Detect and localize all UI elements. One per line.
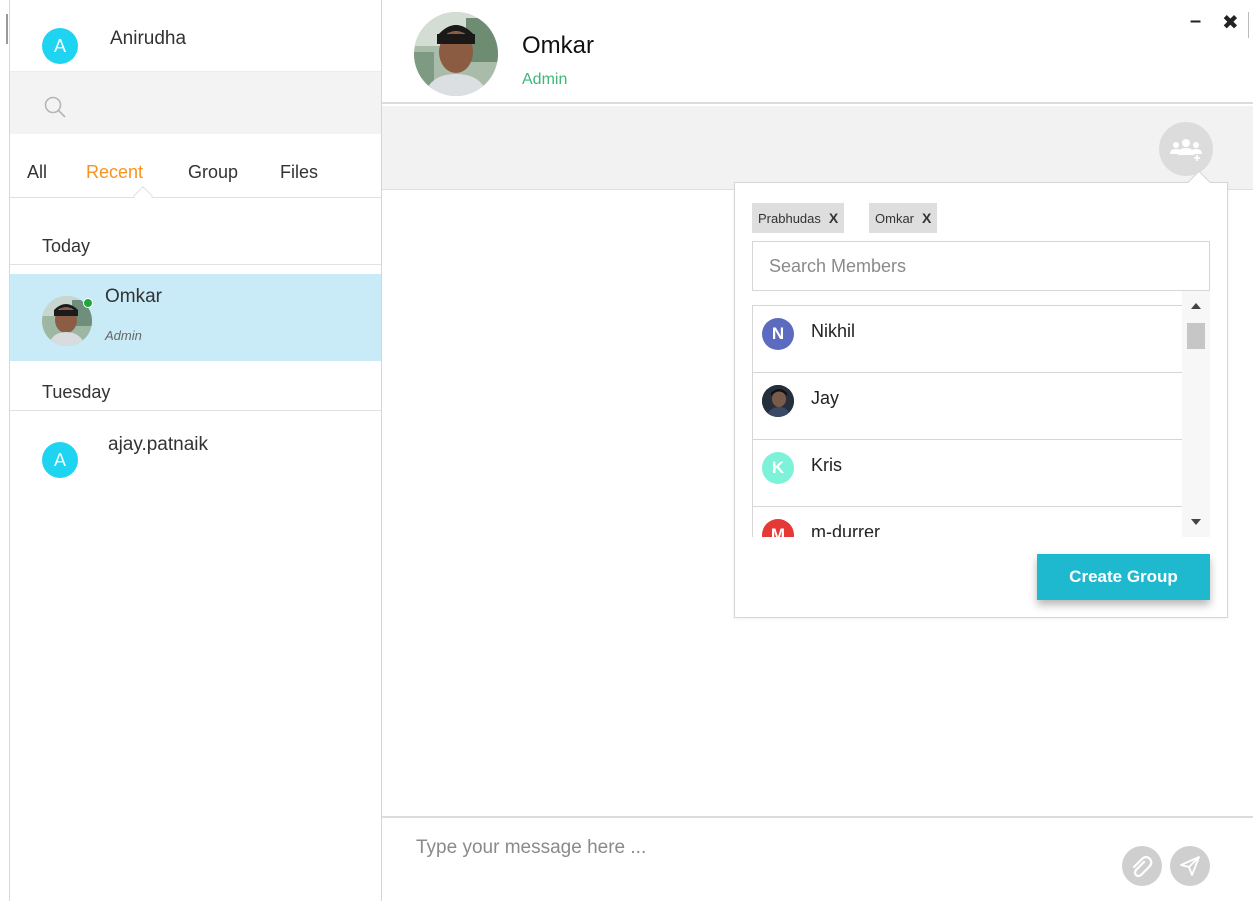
message-composer <box>382 816 1253 901</box>
user-avatar[interactable]: A <box>42 28 78 64</box>
remove-chip-button[interactable]: X <box>922 210 931 226</box>
active-tab-indicator <box>133 186 153 206</box>
ajay-avatar: A <box>42 442 78 478</box>
chat-subtitle: Admin <box>105 328 142 343</box>
chat-item-ajay-patnaik[interactable]: A ajay.patnaik <box>10 414 382 494</box>
member-item-m-durrer[interactable]: M m-durrer <box>753 507 1182 537</box>
attach-button[interactable] <box>1122 846 1162 886</box>
member-list-scrollbar[interactable] <box>1182 291 1210 537</box>
conversation-header: Omkar Admin – ✖ <box>382 0 1253 104</box>
member-item-jay[interactable]: Jay <box>753 373 1182 440</box>
chat-filter-tabs: All Recent Group Files <box>10 134 382 206</box>
member-avatar: K <box>762 452 794 484</box>
contact-avatar[interactable] <box>414 12 498 96</box>
member-name: m-durrer <box>811 522 881 537</box>
tab-all[interactable]: All <box>27 162 47 183</box>
member-item-kris[interactable]: K Kris <box>753 440 1182 507</box>
search-icon[interactable] <box>44 96 66 118</box>
member-search-input[interactable] <box>752 241 1210 291</box>
tab-recent[interactable]: Recent <box>86 162 143 183</box>
selected-member-chip: Prabhudas X <box>752 203 845 233</box>
section-today: Today <box>42 236 91 256</box>
member-name: Kris <box>811 455 842 475</box>
create-group-button[interactable]: Create Group <box>1037 554 1210 600</box>
message-input[interactable] <box>416 830 1096 866</box>
sidebar: A Anirudha All Recent Group Files Today <box>9 0 382 901</box>
divider <box>10 410 382 411</box>
paperclip-icon <box>1132 855 1153 878</box>
contact-name: Omkar <box>522 32 594 59</box>
scroll-down-arrow-icon[interactable] <box>1191 519 1201 525</box>
tab-group[interactable]: Group <box>188 162 238 183</box>
member-avatar <box>762 385 794 417</box>
send-button[interactable] <box>1170 846 1210 886</box>
tab-files[interactable]: Files <box>280 162 318 183</box>
online-status-dot <box>83 298 93 308</box>
member-avatar: N <box>762 318 794 350</box>
minimize-button[interactable]: – <box>1190 10 1201 33</box>
contact-role: Admin <box>522 71 568 88</box>
close-button[interactable]: ✖ <box>1222 10 1239 35</box>
user-name: Anirudha <box>110 28 187 49</box>
selected-member-chip: Omkar X <box>869 203 938 233</box>
member-item-nikhil[interactable]: N Nikhil <box>753 306 1182 373</box>
member-list: N Nikhil Jay K Kris M m-durrer <box>752 305 1182 537</box>
member-avatar: M <box>762 519 794 537</box>
window-edge <box>1248 12 1249 38</box>
chat-item-omkar[interactable]: Omkar Admin <box>10 274 382 361</box>
divider <box>10 264 382 265</box>
scroll-thumb[interactable] <box>1187 323 1205 349</box>
chip-label: Omkar <box>875 210 914 226</box>
chip-label: Prabhudas <box>758 210 821 226</box>
scroll-up-arrow-icon[interactable] <box>1191 303 1201 309</box>
contact-search-bar[interactable] <box>10 72 382 134</box>
chat-name: ajay.patnaik <box>108 434 208 455</box>
send-icon <box>1180 856 1200 876</box>
current-user-header: A Anirudha <box>10 0 382 72</box>
conversation-toolbar <box>382 106 1253 190</box>
add-group-button[interactable] <box>1159 122 1213 176</box>
window-edge <box>6 14 8 44</box>
chat-name: Omkar <box>105 286 162 307</box>
conversation-panel: Omkar Admin – ✖ Prabhudas X Omkar X Sear… <box>381 0 1253 901</box>
add-group-icon <box>1170 139 1202 161</box>
member-name: Jay <box>811 388 840 408</box>
remove-chip-button[interactable]: X <box>829 210 838 226</box>
member-name: Nikhil <box>811 321 856 341</box>
create-group-popup: Prabhudas X Omkar X N Nikhil <box>734 170 1228 618</box>
section-tuesday: Tuesday <box>42 382 111 402</box>
